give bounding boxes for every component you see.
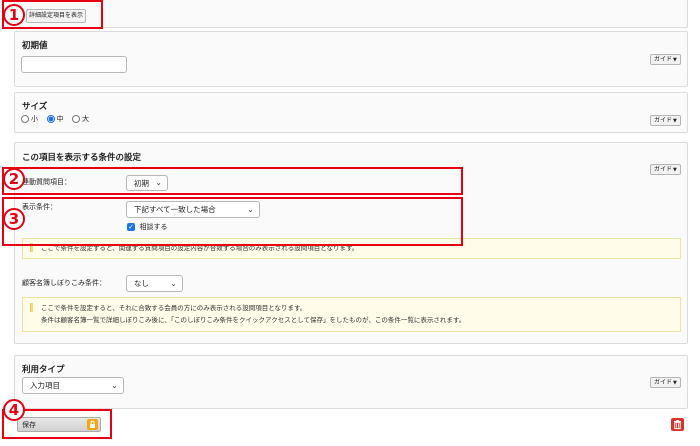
size-label-small: 小 [31, 115, 38, 123]
customer-filter-label: 顧客名簿しぼりこみ条件： [22, 279, 106, 287]
customer-filter-value: なし [134, 279, 149, 288]
usage-type-heading: 利用タイプ [22, 365, 65, 375]
trash-icon [674, 420, 681, 430]
caret-down-icon: ▼ [673, 380, 677, 386]
customer-filter-note: ‖ ここで条件を設定すると、それに合致する会員の方にのみ表示される設問項目となり… [22, 297, 681, 332]
size-radio-large[interactable] [72, 115, 81, 123]
initial-value-heading: 初期値 [22, 41, 48, 51]
initial-value-input[interactable] [21, 56, 127, 73]
customer-filter-note-line-2: 条件は顧客名簿一覧で詳細しぼりこみ後に、「このしぼりこみ条件をクイックアクセスと… [41, 316, 466, 324]
guide-label: ガイド [654, 166, 673, 173]
size-label-large: 大 [82, 115, 90, 123]
customer-filter-note-line-1: ここで条件を設定すると、それに合致する会員の方にのみ表示される設問項目となります… [41, 304, 307, 312]
display-condition-guide-button[interactable]: ガイド▼ [650, 164, 681, 175]
guide-label: ガイド [654, 379, 673, 386]
caret-down-icon: ▼ [673, 57, 677, 63]
annotation-box-3 [2, 197, 463, 246]
chevron-down-icon: ⌄ [111, 380, 118, 390]
warning-icon: ‖ [29, 303, 34, 313]
annotation-number-4: 4 [3, 399, 25, 421]
usage-type-select[interactable]: 入力項目 ⌄ [22, 377, 124, 394]
delete-button[interactable] [671, 418, 684, 431]
annotation-number-3: 3 [3, 208, 25, 230]
annotation-number-1: 1 [3, 4, 25, 26]
size-radio-medium[interactable] [46, 115, 55, 123]
caret-down-icon: ▼ [673, 167, 677, 173]
top-section [14, 0, 688, 28]
annotation-number-2: 2 [3, 168, 25, 190]
size-radio-small[interactable] [21, 115, 29, 123]
guide-label: ガイド [654, 117, 673, 124]
customer-filter-select[interactable]: なし ⌄ [126, 275, 183, 292]
initial-value-guide-button[interactable]: ガイド▼ [650, 54, 681, 65]
chevron-down-icon: ⌄ [170, 278, 177, 288]
usage-type-value: 入力項目 [30, 381, 60, 390]
guide-label: ガイド [654, 56, 673, 63]
annotation-box-2 [2, 167, 463, 195]
size-radio-group: 小 中 大 [21, 114, 95, 124]
size-label-medium: 中 [56, 115, 64, 123]
caret-down-icon: ▼ [673, 118, 677, 124]
display-condition-heading: この項目を表示する条件の設定 [22, 153, 142, 163]
size-heading: サイズ [22, 102, 48, 112]
size-section [14, 92, 688, 133]
usage-type-guide-button[interactable]: ガイド▼ [650, 377, 681, 388]
size-guide-button[interactable]: ガイド▼ [650, 115, 681, 126]
